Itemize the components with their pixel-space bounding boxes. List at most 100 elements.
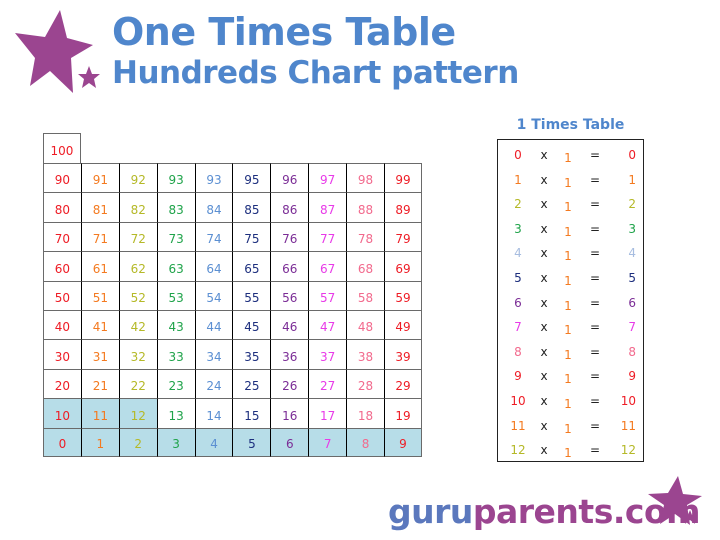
chart-cell: 0	[43, 427, 81, 457]
product: 8	[628, 344, 636, 359]
operator-x: x	[540, 418, 548, 433]
hundreds-chart: 100 90 91 92 93 93 95 96 97 98 99 80 81 82 83 84 85 86 87…	[43, 133, 422, 457]
chart-cell: 89	[384, 192, 422, 222]
equals-sign: =	[589, 443, 601, 458]
operator-x: x	[540, 221, 548, 236]
multiplier: 1	[564, 249, 572, 264]
multiplier: 1	[564, 151, 572, 165]
chart-cell: 74	[194, 221, 233, 252]
chart-cell: 40	[43, 309, 81, 340]
chart-cell: 34	[194, 339, 233, 369]
chart-cell: 93	[156, 163, 195, 193]
chart-cell: 11	[80, 398, 119, 428]
multiplier: 1	[564, 372, 572, 387]
chart-cell: 2	[118, 427, 157, 457]
chart-cell: 78	[346, 221, 385, 252]
chart-cell: 61	[80, 251, 119, 281]
chart-cell: 13	[156, 398, 195, 428]
chart-cell: 87	[308, 192, 347, 222]
chart-cell: 56	[270, 280, 309, 310]
times-table-row: 6 x 1 = 6	[498, 291, 643, 316]
multiplier: 1	[564, 347, 572, 362]
chart-cell: 12	[118, 398, 157, 428]
chart-cell: 21	[80, 368, 119, 399]
hundreds-chart-row: 30 31 32 33 34 35 36 37 38 39	[43, 339, 422, 369]
equals-sign: =	[589, 148, 601, 162]
operator-x: x	[540, 271, 548, 285]
chart-cell: 98	[346, 163, 385, 193]
operator-x: x	[540, 172, 548, 187]
hundreds-chart-row: 70 71 72 73 74 75 76 77 78 79	[43, 221, 422, 252]
chart-cell: 32	[118, 339, 157, 369]
chart-cell: 54	[194, 280, 233, 310]
chart-cell: 45	[232, 309, 271, 340]
chart-cell: 5	[232, 427, 271, 457]
times-table-row: 3 x 1 = 3	[498, 217, 643, 242]
chart-cell: 36	[270, 339, 309, 369]
product: 2	[628, 197, 636, 212]
chart-cell: 80	[43, 192, 81, 222]
multiplier: 1	[564, 274, 572, 288]
equals-sign: =	[589, 418, 601, 433]
chart-cell: 42	[118, 309, 157, 340]
chart-cell: 52	[118, 280, 157, 310]
chart-cell: 50	[43, 280, 81, 310]
chart-cell: 47	[308, 309, 347, 340]
multiplier: 1	[564, 421, 572, 436]
chart-cell: 73	[156, 221, 195, 252]
chart-cell: 79	[384, 221, 422, 252]
multiplicand: 9	[514, 369, 522, 384]
chart-cell: 99	[384, 163, 422, 193]
operator-x: x	[540, 369, 548, 384]
chart-cell: 71	[80, 221, 119, 252]
chart-cell: 96	[270, 163, 309, 193]
chart-cell: 4	[194, 427, 233, 457]
chart-cell: 57	[308, 280, 347, 310]
product: 5	[628, 271, 636, 285]
chart-cell: 29	[384, 368, 422, 399]
hundreds-chart-row: 80 81 82 83 84 85 86 87 88 89	[43, 192, 422, 222]
chart-cell: 3	[156, 427, 195, 457]
equals-sign: =	[589, 394, 601, 408]
page-title: One Times Table	[112, 10, 456, 54]
chart-cell: 7	[308, 427, 347, 457]
operator-x: x	[540, 344, 548, 359]
chart-cell: 84	[194, 192, 233, 222]
multiplicand: 11	[510, 418, 526, 433]
multiplier: 1	[564, 224, 572, 239]
hundreds-chart-row: 0123456789	[43, 427, 422, 457]
multiplicand: 7	[514, 320, 522, 335]
hundreds-chart-row: 90 91 92 93 93 95 96 97 98 99	[43, 163, 422, 193]
equals-sign: =	[589, 369, 601, 384]
hundreds-chart-row: 60 61 62 63 64 65 66 67 68 69	[43, 251, 422, 281]
chart-cell: 55	[232, 280, 271, 310]
operator-x: x	[540, 320, 548, 335]
multiplier: 1	[564, 446, 572, 461]
multiplier: 1	[564, 298, 572, 313]
chart-cell: 60	[43, 251, 81, 281]
times-table-row: 8 x 1 = 8	[498, 340, 643, 365]
times-table-row: 5 x 1 = 5	[498, 266, 643, 291]
operator-x: x	[540, 246, 548, 261]
chart-cell: 39	[384, 339, 422, 369]
product: 0	[628, 148, 636, 162]
chart-cell: 1	[80, 427, 119, 457]
chart-cell: 17	[308, 398, 347, 428]
multiplicand: 10	[510, 394, 526, 408]
chart-cell: 15	[232, 398, 271, 428]
equals-sign: =	[589, 221, 601, 236]
chart-cell: 20	[43, 368, 81, 399]
chart-cell: 48	[346, 309, 385, 340]
chart-cell: 27	[308, 368, 347, 399]
chart-cell: 35	[232, 339, 271, 369]
multiplicand: 6	[514, 295, 522, 310]
multiplicand: 3	[514, 221, 522, 236]
operator-x: x	[540, 295, 548, 310]
hundreds-chart-row: 50 51 52 53 54 55 56 57 58 59	[43, 280, 422, 310]
multiplicand: 12	[510, 443, 526, 458]
logo-large-star-icon	[648, 476, 702, 525]
chart-cell: 59	[384, 280, 422, 310]
chart-cell: 6	[270, 427, 309, 457]
chart-cell: 68	[346, 251, 385, 281]
small-star-icon	[78, 66, 100, 88]
